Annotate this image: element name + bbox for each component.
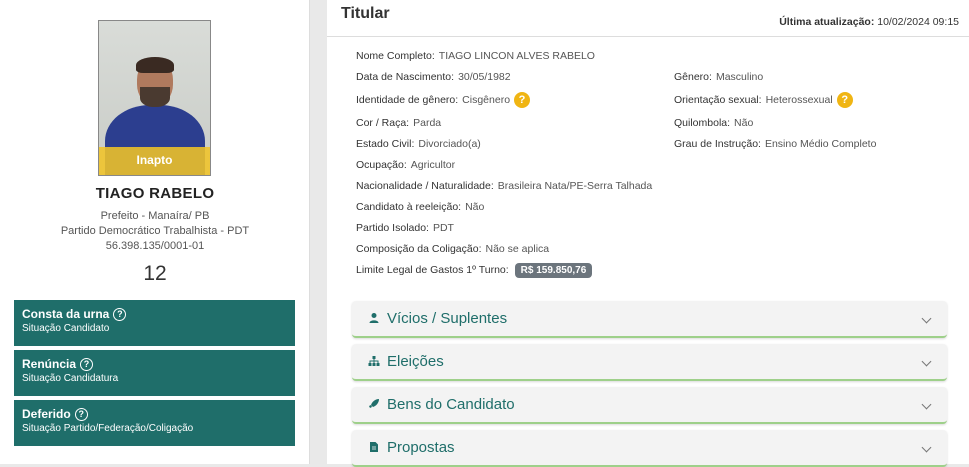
page-title: Titular	[341, 5, 390, 22]
accordion-label: Bens do Candidato	[387, 396, 515, 413]
field-estado-civil: Estado Civil: Divorciado(a)	[356, 138, 481, 150]
help-icon[interactable]: ?	[74, 407, 88, 421]
status-title: Renúncia	[22, 357, 77, 371]
help-icon[interactable]: ?	[514, 92, 531, 108]
accordion-bens[interactable]: Bens do Candidato	[352, 387, 947, 424]
field-nacionalidade: Nacionalidade / Naturalidade: Brasileira …	[356, 180, 653, 192]
field-nascimento: Data de Nascimento: 30/05/1982	[356, 71, 511, 83]
accordion-label: Eleições	[387, 353, 444, 370]
field-limite: Limite Legal de Gastos 1º Turno: R$ 159.8…	[356, 263, 593, 278]
rocket-icon	[368, 398, 380, 410]
status-subtitle: Situação Candidato	[22, 323, 110, 334]
field-orientacao: Orientação sexual: Heterossexual?	[674, 92, 853, 108]
details-header: Titular Última atualização: 10/02/2024 0…	[327, 0, 969, 37]
field-reeleicao: Candidato à reeleição: Não	[356, 201, 485, 213]
details-panel: Titular Última atualização: 10/02/2024 0…	[327, 0, 969, 467]
status-title: Consta da urna	[22, 307, 110, 321]
candidate-office: Prefeito - Manaíra/ PB	[100, 210, 210, 222]
candidate-party: Partido Democrático Trabalhista - PDT	[60, 225, 250, 237]
accordion-label: Vícios / Suplentes	[387, 310, 508, 327]
status-subtitle: Situação Candidatura	[22, 373, 119, 384]
help-icon[interactable]: ?	[80, 357, 94, 371]
person-icon	[368, 312, 380, 324]
status-candidato: Consta da urna? Situação Candidato	[14, 300, 295, 346]
sitemap-icon	[368, 355, 380, 367]
candidate-photo: Inapto	[98, 20, 211, 176]
field-coligacao: Composição da Coligação: Não se aplica	[356, 243, 550, 255]
field-ocupacao: Ocupação: Agricultor	[356, 159, 456, 171]
field-cor: Cor / Raça: Parda	[356, 117, 442, 129]
field-instrucao: Grau de Instrução: Ensino Médio Completo	[674, 138, 877, 150]
field-quilombola: Quilombola: Não	[674, 117, 754, 129]
document-icon	[368, 441, 380, 453]
last-update: Última atualização: 10/02/2024 09:15	[779, 16, 959, 28]
status-candidatura: Renúncia? Situação Candidatura	[14, 350, 295, 396]
field-identidade: Identidade de gênero: Cisgênero?	[356, 92, 531, 108]
spending-limit-badge: R$ 159.850,76	[514, 263, 593, 278]
inapto-badge: Inapto	[99, 147, 210, 175]
last-update-value: 10/02/2024 09:15	[877, 16, 959, 28]
chevron-down-icon	[921, 313, 932, 324]
accordion-label: Propostas	[387, 439, 455, 456]
field-genero: Gênero: Masculino	[674, 71, 764, 83]
last-update-label: Última atualização:	[779, 16, 875, 28]
chevron-down-icon	[921, 399, 932, 410]
candidate-name: TIAGO RABELO	[95, 185, 215, 202]
help-icon[interactable]: ?	[113, 307, 127, 321]
field-partido: Partido Isolado: PDT	[356, 222, 454, 234]
status-subtitle: Situação Partido/Federação/Coligação	[22, 423, 194, 434]
candidate-panel: Inapto TIAGO RABELO Prefeito - Manaíra/ …	[0, 0, 310, 464]
status-title: Deferido	[22, 407, 71, 421]
field-nome: Nome Completo: TIAGO LINCON ALVES RABELO	[356, 50, 595, 62]
candidate-number: 12	[143, 262, 167, 285]
accordion-vicios[interactable]: Vícios / Suplentes	[352, 301, 947, 338]
candidate-cnpj: 56.398.135/0001-01	[105, 240, 205, 252]
status-partido: Deferido? Situação Partido/Federação/Col…	[14, 400, 295, 446]
chevron-down-icon	[921, 442, 932, 453]
accordion-propostas[interactable]: Propostas	[352, 430, 947, 467]
chevron-down-icon	[921, 356, 932, 367]
accordion-eleicoes[interactable]: Eleições	[352, 344, 947, 381]
help-icon[interactable]: ?	[836, 92, 853, 108]
